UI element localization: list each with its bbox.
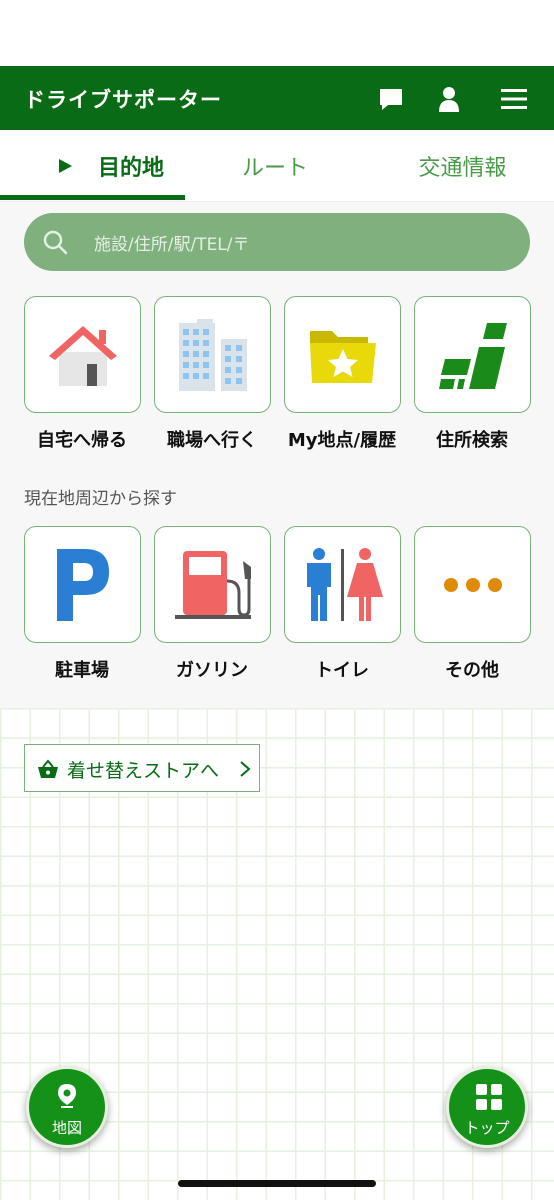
more-dots-icon — [443, 577, 502, 592]
tab-traffic-label: 交通情報 — [418, 156, 507, 181]
work-label: 職場へ行く — [167, 430, 257, 451]
address-search-label: 住所検索 — [436, 430, 508, 451]
active-tab-indicator — [0, 195, 185, 200]
tab-destination[interactable]: 目的地 — [40, 130, 180, 202]
house-icon — [48, 325, 117, 386]
parking-button[interactable] — [24, 526, 141, 643]
status-bar-area — [0, 0, 554, 66]
address-blocks-icon — [438, 322, 507, 389]
theme-store-label: 着せ替えストアへ — [67, 760, 220, 782]
map-fab-button[interactable]: 地図 — [26, 1066, 108, 1148]
map-pin-icon — [58, 1084, 76, 1108]
work-button[interactable] — [154, 296, 271, 413]
home-indicator[interactable] — [178, 1180, 376, 1187]
user-icon[interactable] — [436, 86, 462, 112]
top-fab-label: トップ — [464, 1119, 510, 1137]
search-placeholder: 施設/住所/駅/TEL/〒 — [94, 235, 250, 255]
tab-route-label: ルート — [241, 156, 308, 181]
restroom-icon — [306, 547, 383, 621]
parking-icon — [56, 548, 109, 621]
office-building-icon — [178, 318, 247, 391]
parking-label: 駐車場 — [55, 660, 109, 681]
play-triangle-icon — [58, 159, 72, 173]
menu-icon[interactable] — [501, 86, 527, 112]
chevron-right-icon — [240, 761, 251, 777]
star-folder-icon — [309, 330, 376, 383]
home-label: 自宅へ帰る — [37, 430, 127, 451]
tab-traffic[interactable]: 交通情報 — [390, 130, 535, 202]
message-icon[interactable] — [378, 86, 404, 112]
my-places-history-button[interactable] — [284, 296, 401, 413]
my-places-label: My地点/履歴 — [287, 430, 397, 451]
gas-label: ガソリン — [176, 660, 248, 681]
app-header: ドライブサポーター — [0, 66, 554, 130]
restroom-button[interactable] — [284, 526, 401, 643]
grid-icon — [476, 1084, 502, 1110]
top-fab-button[interactable]: トップ — [446, 1066, 528, 1148]
search-icon — [43, 230, 68, 255]
other-label: その他 — [445, 660, 499, 681]
tab-destination-label: 目的地 — [97, 156, 164, 181]
tab-bar: 目的地 ルート 交通情報 — [0, 130, 554, 202]
search-input[interactable]: 施設/住所/駅/TEL/〒 — [24, 213, 530, 271]
tab-route[interactable]: ルート — [200, 130, 350, 202]
gas-pump-icon — [174, 550, 251, 619]
map-fab-label: 地図 — [51, 1119, 82, 1137]
nearby-section-label: 現在地周辺から探す — [24, 489, 177, 509]
restroom-label: トイレ — [315, 660, 369, 681]
home-button[interactable] — [24, 296, 141, 413]
basket-icon — [38, 759, 58, 778]
app-title: ドライブサポーター — [24, 88, 222, 112]
address-search-button[interactable] — [414, 296, 531, 413]
theme-store-button[interactable]: 着せ替えストアへ — [24, 744, 260, 792]
other-button[interactable] — [414, 526, 531, 643]
gas-station-button[interactable] — [154, 526, 271, 643]
